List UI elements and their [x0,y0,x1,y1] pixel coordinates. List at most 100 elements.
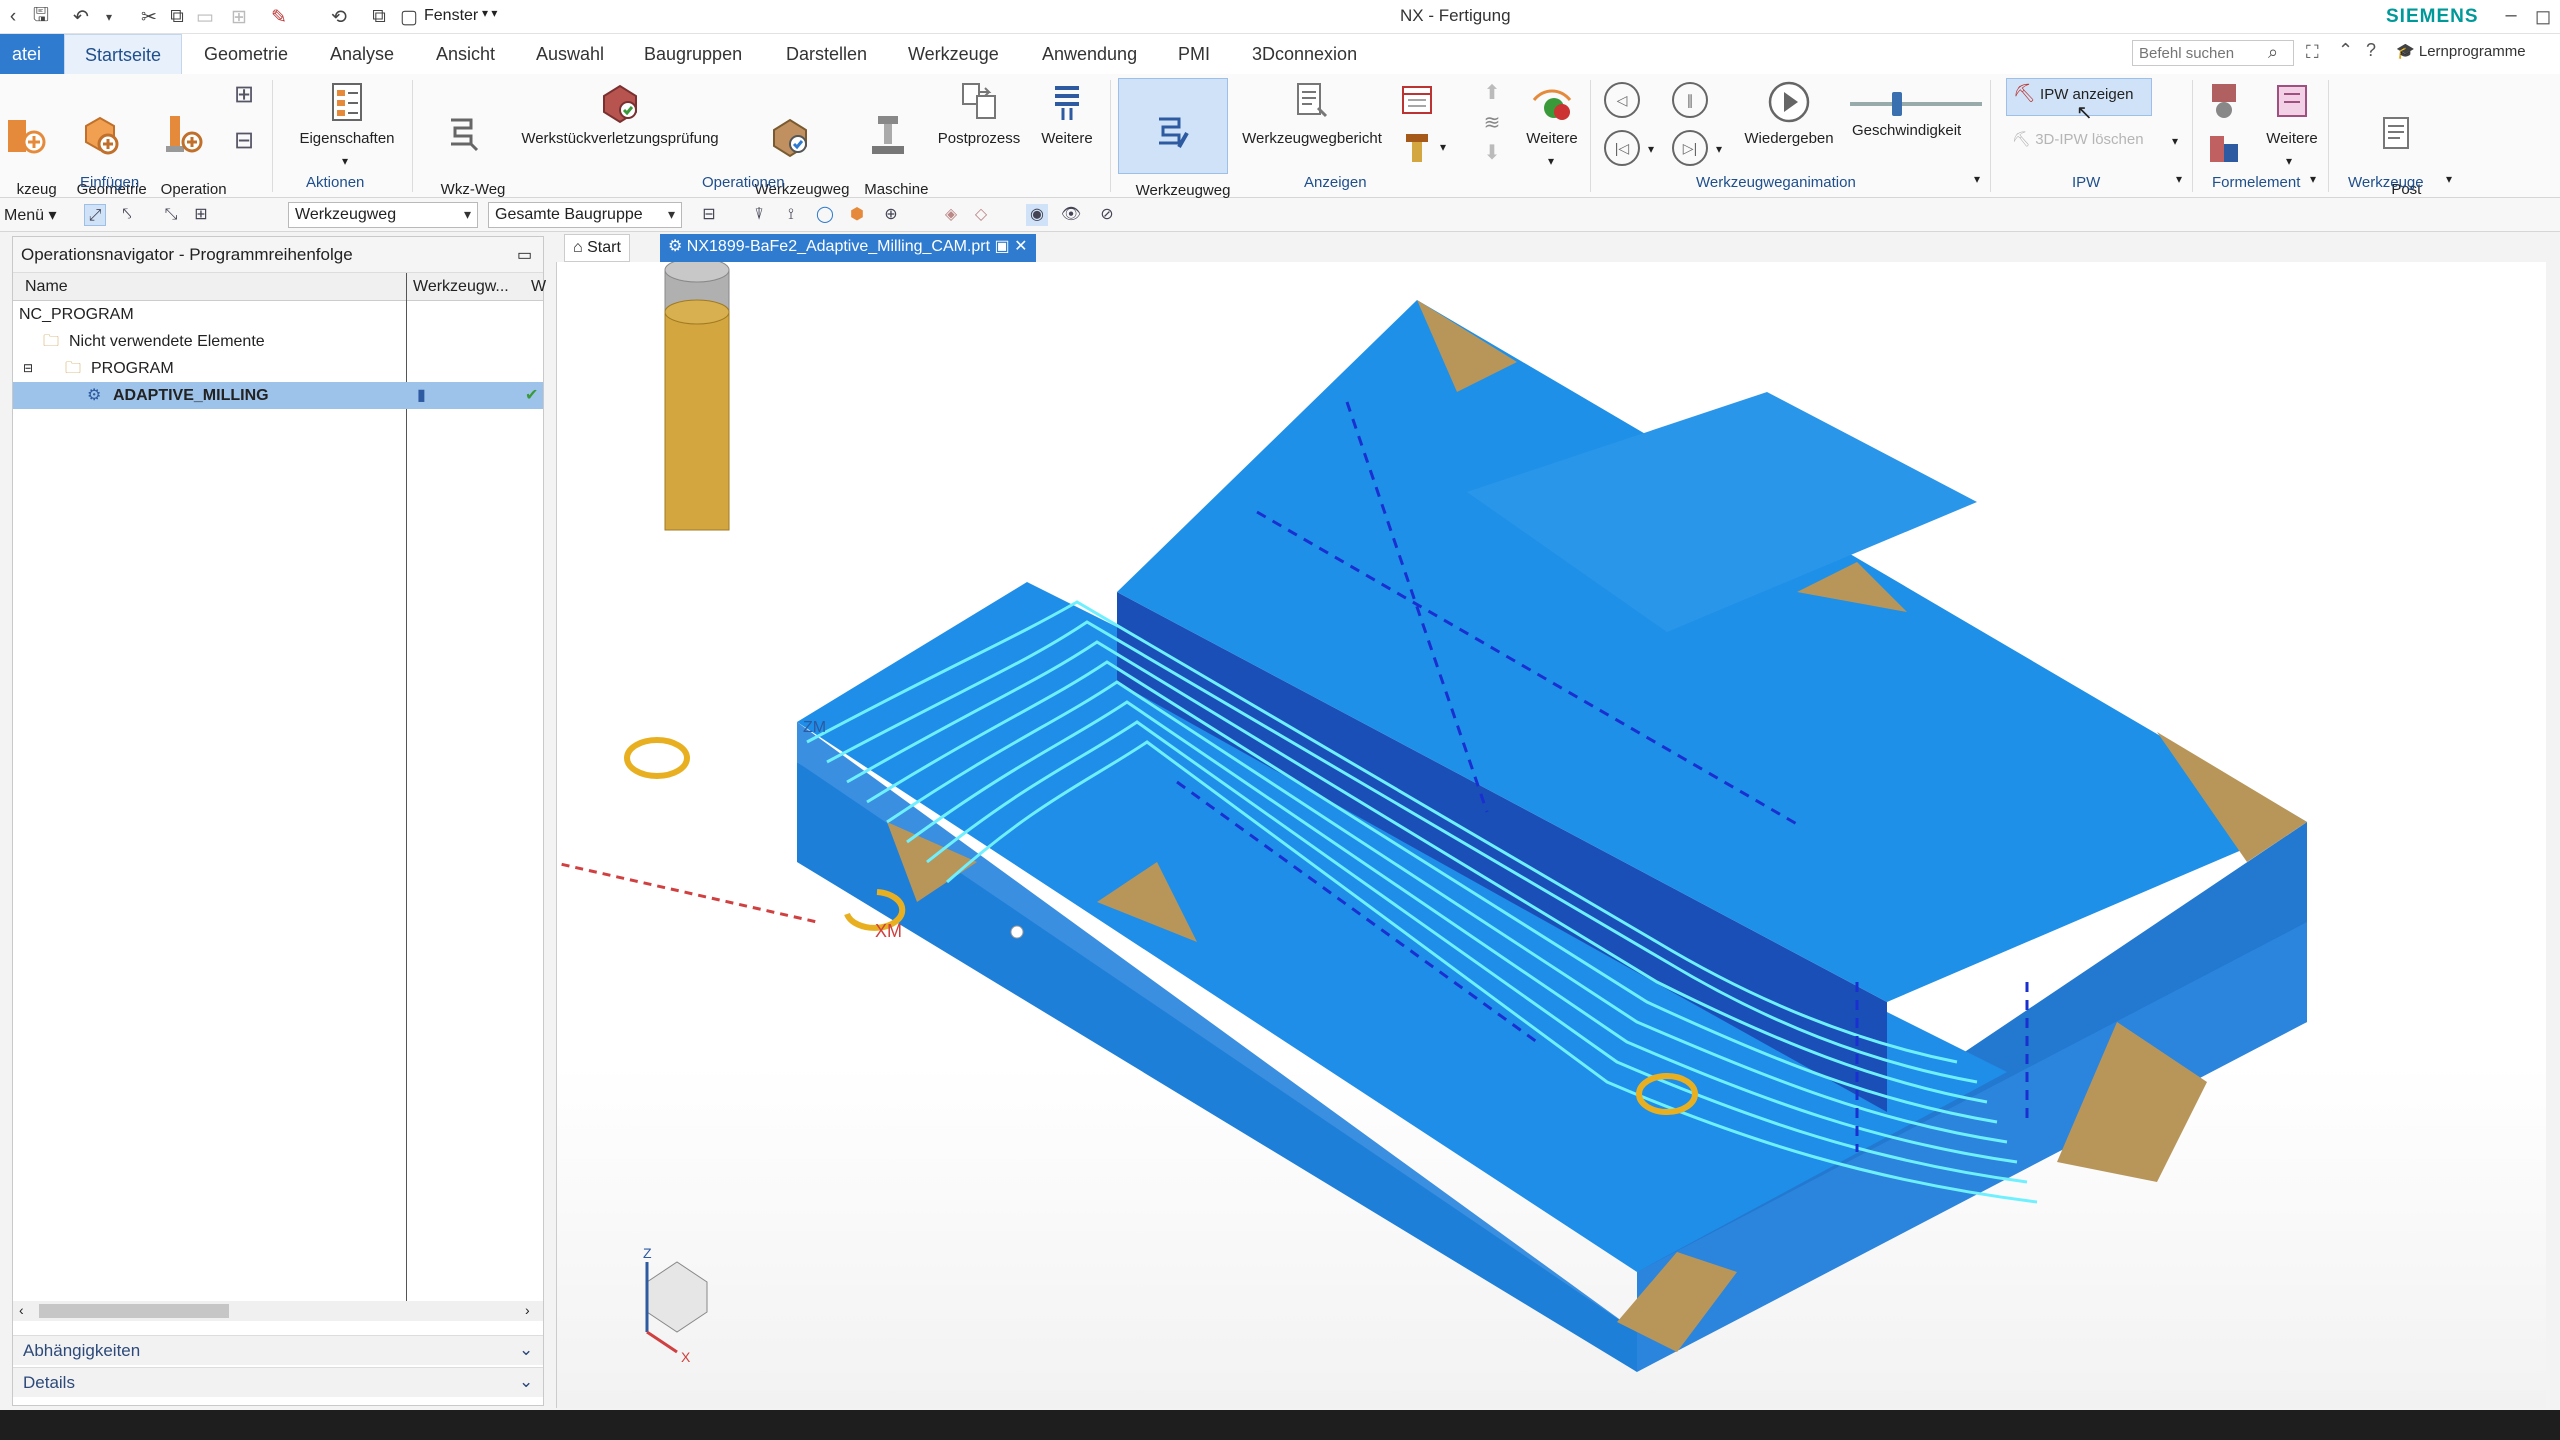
chevron-down-icon[interactable]: ▾ [2176,172,2182,186]
pin-icon[interactable]: ▣ [995,238,1010,255]
column-name[interactable]: Name [25,278,68,296]
werkzeugweg-anzeigen-button[interactable]: Werkzeugweg anzeigen [1118,78,1230,216]
chevron-down-icon[interactable]: ▾ [2172,134,2178,148]
no-display-icon[interactable]: ⊘ [1096,204,1118,226]
abhaengigkeiten-section[interactable]: Abhängigkeiten ⌄ [13,1335,543,1365]
select-icon[interactable]: ⤢ [84,204,106,226]
select-tree-icon[interactable]: ⤣ [116,204,138,226]
repeat-icon[interactable]: ⟲ [326,4,352,30]
scroll-right-icon[interactable]: › [525,1302,530,1318]
skip-forward-icon[interactable]: ▷| [1672,130,1708,166]
tree-row-adaptive-milling[interactable]: ⚙ ADAPTIVE_MILLING ▮ ✔ [13,382,543,409]
chevron-down-icon[interactable]: ▾ [2286,154,2292,168]
save-icon[interactable]: 🖫 [28,4,54,30]
tab-start[interactable]: ⌂ Start [564,234,630,262]
paste-special-icon[interactable]: ⊞ [226,4,252,30]
point-icon[interactable]: ⊕ [880,204,902,226]
collapse-icon[interactable]: ⊟ [23,355,33,382]
menu-button[interactable]: Menü ▾ [4,205,57,225]
chevron-down-icon[interactable]: ⌄ [519,1340,533,1360]
tree-row-program[interactable]: ⊟ 🗀 PROGRAM [13,355,543,382]
arrow-up-icon[interactable]: ⬆ [1478,80,1506,105]
search-icon[interactable]: ⌕ [2268,42,2278,63]
minimize-button[interactable]: – [2496,4,2526,27]
calendar-icon[interactable] [1400,82,1434,116]
window-icon[interactable]: ▢ [396,4,422,30]
wiedergeben-button[interactable]: Wiedergeben [1734,78,1844,147]
column-werkzeugweg[interactable]: Werkzeugw... [413,278,509,296]
lernprogramme-link[interactable]: 🎓 Lernprogramme [2396,42,2526,60]
ipw-loeschen-button[interactable]: ⛏ 3D-IPW löschen [2012,130,2162,148]
undo-dropdown-icon[interactable]: ▾ [96,4,122,30]
pause-icon[interactable]: ∥ [1672,82,1708,118]
view-triad[interactable]: Z X [643,1245,708,1365]
type-filter-select[interactable]: Werkzeugweg [288,202,478,228]
feature-icon[interactable] [2206,80,2242,120]
speed-slider-thumb[interactable] [1892,92,1902,116]
werkstueckverletzungspruefung-button[interactable]: Werkstückverletzungsprüfung [510,78,730,147]
back-icon[interactable]: ‹ [0,4,26,30]
chevron-down-icon[interactable]: ▾ [1440,140,1446,154]
tab-darstellen[interactable]: Darstellen [774,34,879,74]
tool-holder-icon[interactable] [1402,130,1432,166]
chevron-down-icon[interactable]: ▾ [2310,172,2316,186]
layers-icon[interactable]: ≋ [1478,110,1506,135]
insert-extra2-icon[interactable]: ⊟ [234,126,264,156]
column-w[interactable]: W [531,278,546,296]
wireframe-icon[interactable]: ◇ [970,204,992,226]
feature2-icon[interactable] [2206,130,2242,170]
chevron-down-icon[interactable]: ▾ [1716,142,1722,156]
circle-icon[interactable]: ◯ [814,204,836,226]
window-switch-icon[interactable]: ⧉ [366,4,392,30]
skip-back-icon[interactable]: |◁ [1604,130,1640,166]
chevron-down-icon[interactable]: ▾ [342,154,348,168]
tab-auswahl[interactable]: Auswahl [524,34,616,74]
fenster-menu[interactable]: Fenster [424,7,478,25]
select-grid-icon[interactable]: ⊞ [190,204,212,226]
fullscreen-icon[interactable]: ⛶ [2306,42,2319,63]
help-icon[interactable]: ? [2366,40,2376,61]
chevron-down-icon[interactable]: ▾ [2446,172,2452,186]
close-icon[interactable]: ✕ [1014,238,1027,255]
tree-row-unused[interactable]: 🗀 Nicht verwendete Elemente [13,328,543,355]
cube-icon[interactable]: ⬢ [846,204,868,226]
arrow-down-icon[interactable]: ⬇ [1478,140,1506,165]
insert-extra-icon[interactable]: ⊞ [234,80,264,110]
collapse-ribbon-icon[interactable]: ⌃ [2338,40,2353,61]
show-hide-icon[interactable]: ◉ [1026,204,1048,226]
scroll-left-icon[interactable]: ‹ [19,1302,24,1318]
eye-icon[interactable]: 👁 [1060,204,1082,226]
weitere-operationen-button[interactable]: Weitere [1032,78,1102,147]
paste-icon[interactable]: ▭ [192,4,218,30]
chevron-down-icon[interactable]: ▾ [1648,142,1654,156]
tab-ansicht[interactable]: Ansicht [424,34,507,74]
step-back-icon[interactable]: ◁ [1604,82,1640,118]
restore-button[interactable]: ◻ [2528,4,2558,29]
fenster-dropdown-icon[interactable]: ▾ ▾ [482,6,497,20]
select-feature-icon[interactable]: ⤡ [160,204,182,226]
filter-icon[interactable]: ⊟ [698,204,720,226]
undo-icon[interactable]: ↶ [68,4,94,30]
tab-baugruppen[interactable]: Baugruppen [632,34,754,74]
chevron-down-icon[interactable]: ⌄ [519,1372,533,1392]
weitere-formelement-button[interactable]: Weitere [2254,78,2330,147]
snap-icon[interactable]: ⟟ [780,204,802,226]
tab-part-file[interactable]: ⚙ NX1899-BaFe2_Adaptive_Milling_CAM.prt … [660,234,1036,262]
cut-icon[interactable]: ✂ [136,4,162,30]
tab-analyse[interactable]: Analyse [318,34,406,74]
tab-3dconnexion[interactable]: 3Dconnexion [1240,34,1369,74]
maximize-panel-icon[interactable]: ▭ [517,245,532,265]
tab-datei[interactable]: atei [0,34,64,74]
tab-pmi[interactable]: PMI [1166,34,1222,74]
eigenschaften-button[interactable]: Eigenschaften [292,78,402,147]
speed-slider[interactable] [1850,92,1982,116]
copy-icon[interactable]: ⧉ [164,4,190,30]
funnel-icon[interactable]: ⍒ [748,204,770,226]
tree-row-nc-program[interactable]: NC_PROGRAM [13,301,543,328]
postprozess-button[interactable]: Postprozess [934,78,1024,147]
horizontal-scrollbar[interactable]: ‹ › [13,1301,543,1321]
tab-anwendung[interactable]: Anwendung [1030,34,1149,74]
tab-startseite[interactable]: Startseite [64,34,182,74]
werkzeugwegbericht-button[interactable]: Werkzeugwegbericht [1234,78,1390,147]
scroll-thumb[interactable] [39,1304,229,1318]
